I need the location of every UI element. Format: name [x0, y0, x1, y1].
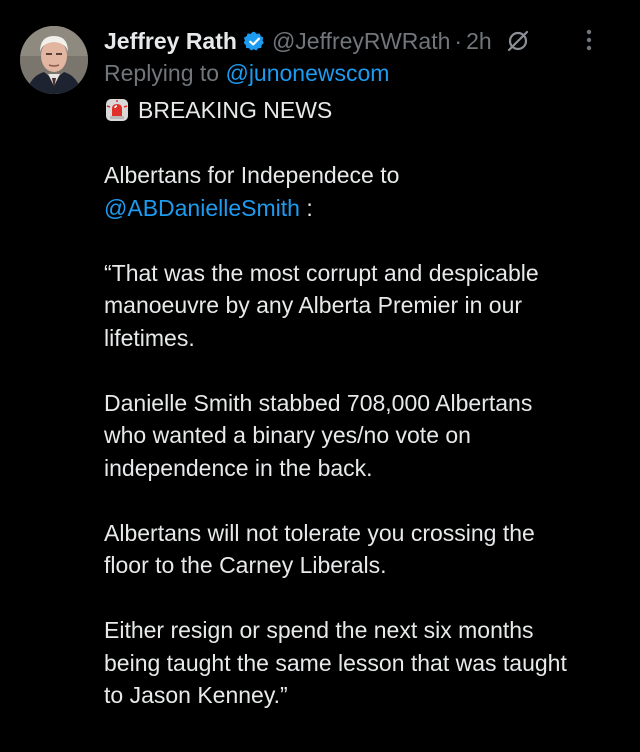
- paragraph-4-line-1: Albertans will not tolerate you crossing…: [104, 519, 535, 546]
- author-name[interactable]: Jeffrey Rath: [104, 28, 237, 55]
- paragraph-2-line-2: manoeuvre by any Alberta Premier in our: [104, 292, 523, 318]
- separator-dot: ·: [454, 27, 463, 54]
- paragraph-4-line-2: floor to the Carney Liberals.: [104, 552, 387, 578]
- paragraph-5-line-3: to Jason Kenney.”: [104, 682, 288, 708]
- paragraph-1-line-1: Albertans for Independece to: [104, 162, 400, 188]
- more-options-icon[interactable]: [586, 28, 592, 52]
- paragraph-2-line-3: lifetimes.: [104, 324, 195, 351]
- paragraph-2-line-1: “That was the most corrupt and despicabl…: [104, 259, 539, 286]
- paragraph-3-line-1: Danielle Smith stabbed 708,000 Albertans: [104, 389, 533, 416]
- reply-mention-link[interactable]: @junonewscom: [225, 60, 389, 86]
- tweet-body: BREAKING NEWS Albertans for Independece …: [104, 94, 624, 712]
- premier-mention-link[interactable]: @ABDanielleSmith: [104, 195, 300, 221]
- paragraph-5-line-2: being taught the same lesson that was ta…: [104, 649, 567, 676]
- colon-text: :: [299, 194, 313, 221]
- verified-badge-icon: [243, 31, 265, 52]
- avatar[interactable]: [20, 26, 88, 94]
- tweet: Jeffrey Rath @JeffreyRWRath · 2h Replyin…: [0, 0, 640, 752]
- paragraph-3-line-2: who wanted a binary yes/no vote on: [104, 422, 471, 448]
- paragraph-1-line-2: @ABDanielleSmith :: [104, 192, 624, 225]
- replying-to: Replying to @junonewscom: [104, 60, 389, 87]
- timestamp[interactable]: 2h: [466, 28, 492, 55]
- author-handle[interactable]: @JeffreyRWRath: [272, 28, 450, 55]
- replying-to-label: Replying to: [104, 60, 226, 86]
- paragraph-3-line-3: independence in the back.: [104, 454, 373, 481]
- tweet-header: Jeffrey Rath @JeffreyRWRath · 2h: [104, 24, 620, 58]
- breaking-news-text: BREAKING NEWS: [138, 97, 333, 123]
- paragraph-5-line-1: Either resign or spend the next six mont…: [104, 617, 534, 643]
- grok-icon[interactable]: [506, 29, 530, 53]
- avatar-image: [20, 26, 88, 94]
- breaking-line: BREAKING NEWS: [104, 94, 624, 127]
- siren-emoji-icon: [104, 97, 130, 123]
